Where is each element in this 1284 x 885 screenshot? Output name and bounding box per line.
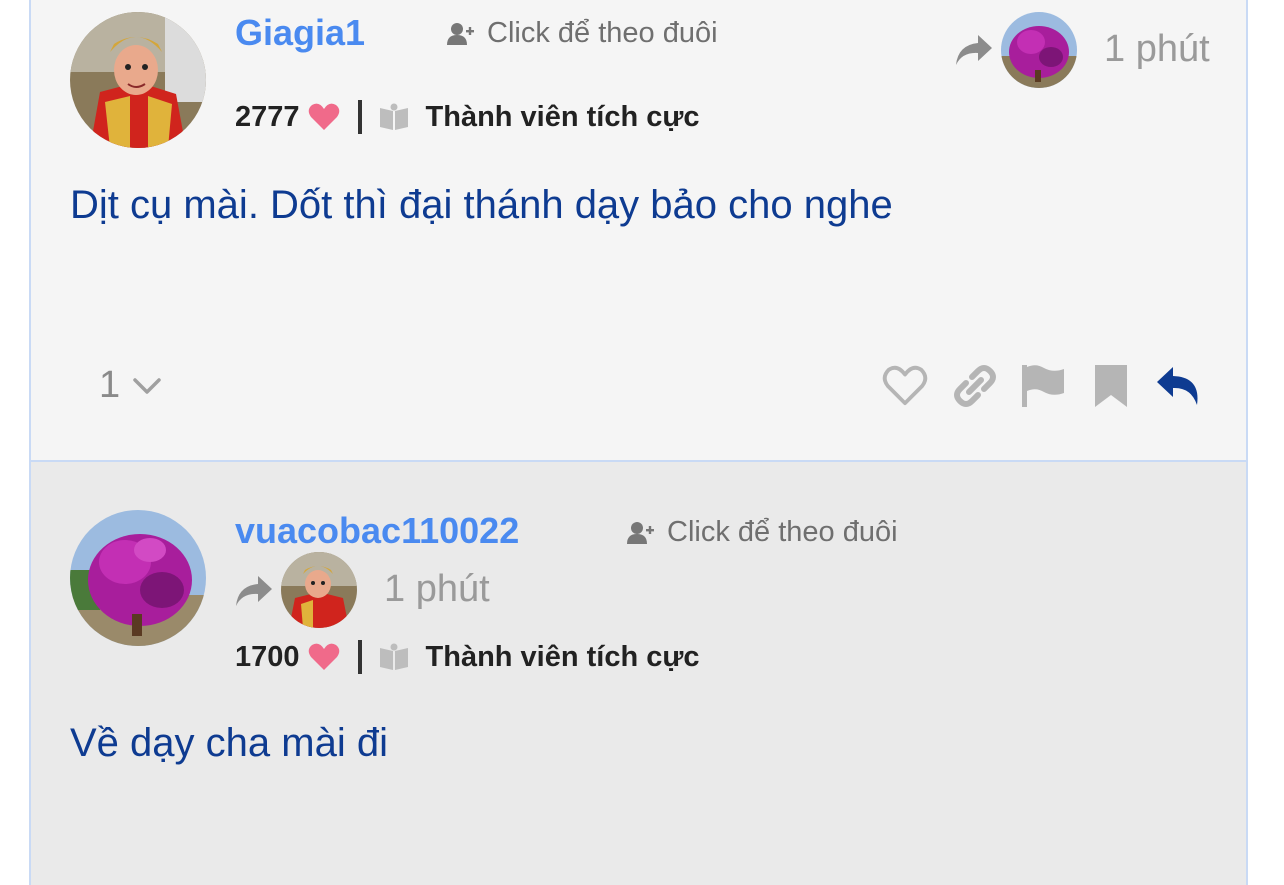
post-content: Dịt cụ mài. Dốt thì đại thánh dạy bảo ch… bbox=[70, 183, 893, 227]
username[interactable]: vuacobac110022 bbox=[235, 510, 519, 552]
likes-count: 1700 bbox=[235, 640, 300, 673]
user-plus-icon bbox=[447, 22, 474, 45]
post-time: 1 phút bbox=[1104, 28, 1210, 70]
user-meta: 2777 Thành viên tích cực bbox=[235, 100, 700, 134]
copy-link-button[interactable] bbox=[951, 362, 999, 410]
book-icon bbox=[379, 103, 408, 130]
follow-button[interactable]: Click để theo đuôi bbox=[627, 516, 898, 549]
reply-count: 1 bbox=[99, 364, 121, 406]
follow-label: Click để theo đuôi bbox=[667, 516, 898, 548]
heart-icon bbox=[308, 103, 339, 130]
share-arrow-icon bbox=[956, 35, 992, 65]
reply-to-avatar[interactable] bbox=[1001, 12, 1077, 88]
like-button[interactable] bbox=[881, 362, 929, 410]
bookmark-icon bbox=[1095, 365, 1127, 407]
post-time: 1 phút bbox=[384, 568, 490, 610]
reply-to-avatar[interactable] bbox=[281, 552, 357, 628]
flag-icon bbox=[1022, 365, 1064, 407]
like-outline-icon bbox=[882, 365, 928, 406]
heart-icon bbox=[308, 643, 339, 670]
post-1: Giagia1 Click để theo đuôi 1 phút 2777 T… bbox=[29, 0, 1248, 462]
follow-button[interactable]: Click để theo đuôi bbox=[447, 17, 718, 50]
divider bbox=[357, 100, 362, 134]
book-icon bbox=[379, 643, 408, 670]
likes-count: 2777 bbox=[235, 100, 300, 133]
post-2: vuacobac110022 Click để theo đuôi 1 phút… bbox=[29, 462, 1248, 885]
user-avatar[interactable] bbox=[70, 510, 206, 646]
chevron-down-icon bbox=[133, 377, 161, 394]
follow-label: Click để theo đuôi bbox=[487, 17, 718, 49]
divider bbox=[357, 640, 362, 674]
report-button[interactable] bbox=[1019, 362, 1067, 410]
rank-label: Thành viên tích cực bbox=[425, 100, 700, 133]
reply-button[interactable] bbox=[1153, 362, 1205, 410]
post-content: Về dạy cha mài đi bbox=[70, 721, 388, 765]
user-avatar[interactable] bbox=[70, 12, 206, 148]
user-plus-icon bbox=[627, 521, 654, 544]
link-icon bbox=[954, 365, 996, 407]
username[interactable]: Giagia1 bbox=[235, 12, 365, 54]
share-arrow-icon bbox=[236, 576, 272, 606]
bookmark-button[interactable] bbox=[1087, 362, 1135, 410]
post-actions bbox=[881, 362, 1205, 410]
reactions-toggle[interactable]: 1 bbox=[99, 364, 162, 407]
rank-label: Thành viên tích cực bbox=[425, 640, 700, 673]
reply-icon bbox=[1157, 367, 1198, 405]
user-meta: 1700 Thành viên tích cực bbox=[235, 640, 700, 674]
